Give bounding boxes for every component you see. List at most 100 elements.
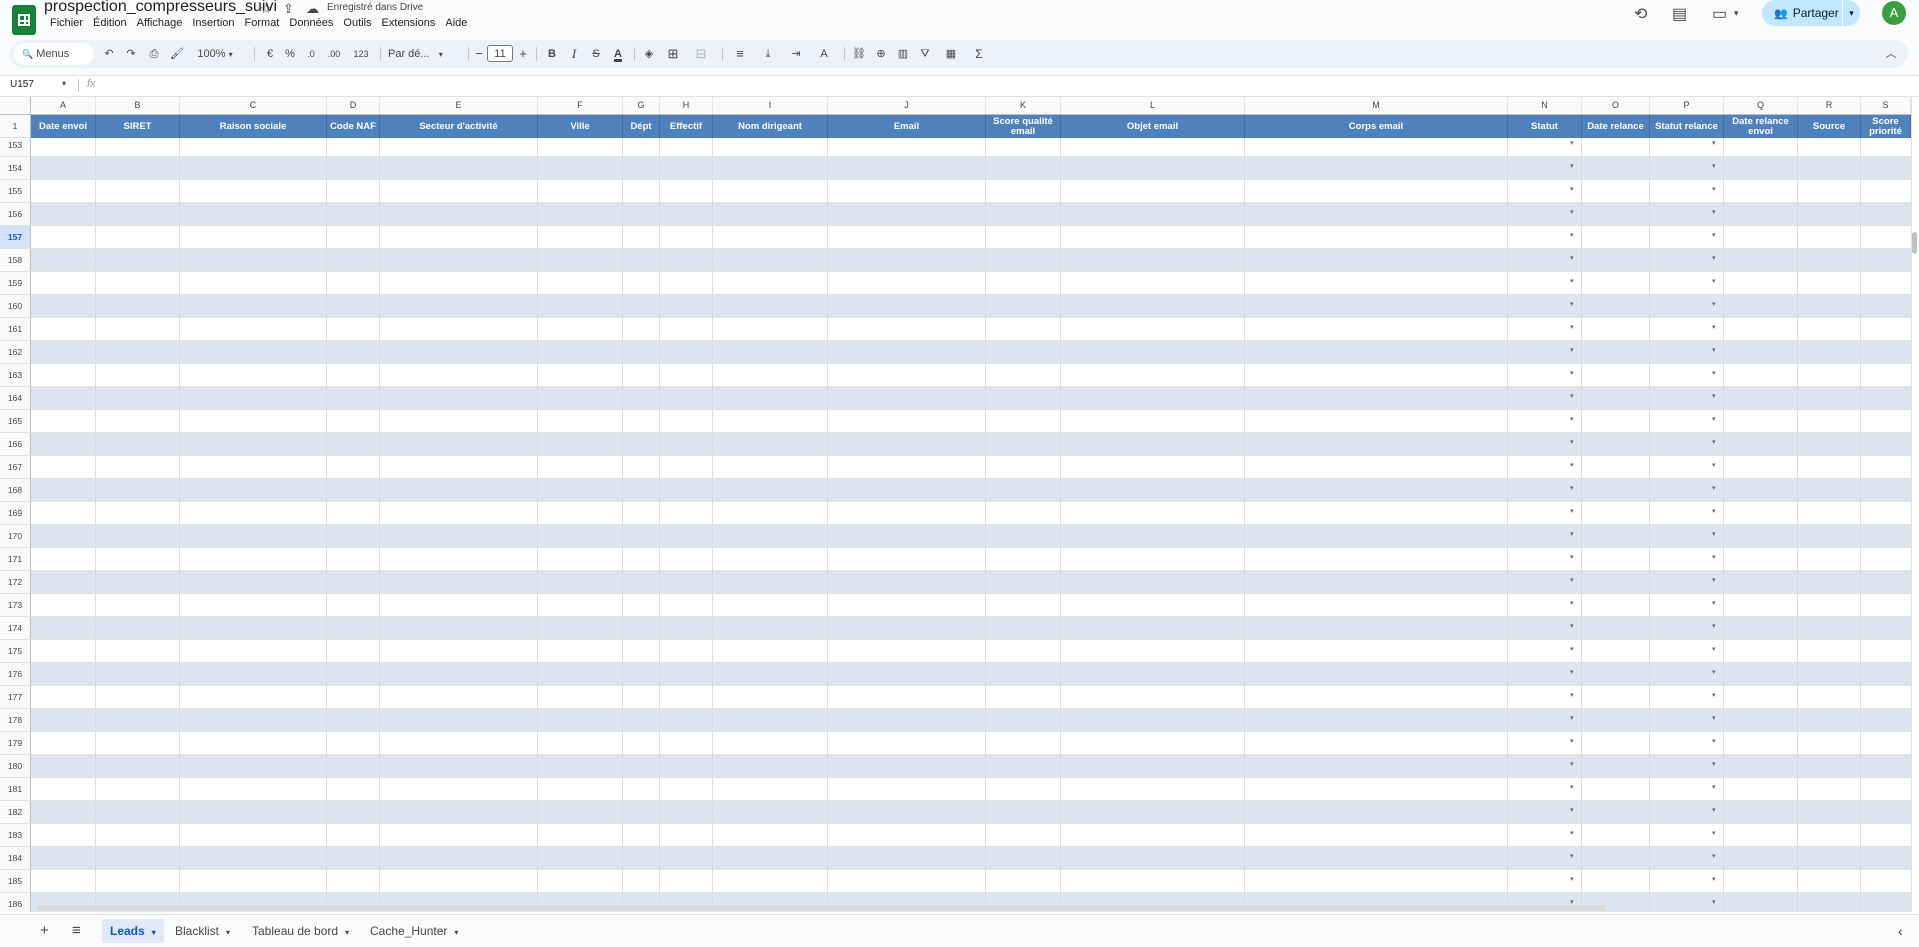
menu-item-7[interactable]: Extensions xyxy=(377,17,441,33)
table-row[interactable]: ▾ ▾ xyxy=(31,249,1911,272)
row-number[interactable]: 183 xyxy=(0,824,31,847)
table-row[interactable]: ▾ ▾ xyxy=(31,640,1911,663)
column-header-cell[interactable]: Score priorité xyxy=(1861,115,1911,138)
row-number[interactable]: 173 xyxy=(0,594,31,617)
text-wrap-icon[interactable]: ⇥ xyxy=(784,40,808,68)
table-row[interactable]: ▾ ▾ xyxy=(31,617,1911,640)
cell-dropdown-icon[interactable]: ▾ xyxy=(1712,208,1716,216)
row-number[interactable]: 168 xyxy=(0,479,31,502)
cell-dropdown-icon[interactable]: ▾ xyxy=(1712,806,1716,814)
cell-dropdown-icon[interactable]: ▾ xyxy=(1570,760,1574,768)
row-number[interactable]: 161 xyxy=(0,318,31,341)
font-size-decrease-button[interactable]: − xyxy=(472,40,486,68)
column-letter-n[interactable]: N xyxy=(1508,97,1582,114)
table-row[interactable]: ▾ ▾ xyxy=(31,180,1911,203)
row-number[interactable]: 170 xyxy=(0,525,31,548)
column-header-cell[interactable]: Dépt xyxy=(623,115,660,138)
table-row[interactable]: ▾ ▾ xyxy=(31,663,1911,686)
cell-dropdown-icon[interactable]: ▾ xyxy=(1570,277,1574,285)
italic-button[interactable]: I xyxy=(566,40,582,68)
column-letter-l[interactable]: L xyxy=(1061,97,1245,114)
row-number[interactable]: 155 xyxy=(0,180,31,203)
cell-dropdown-icon[interactable]: ▾ xyxy=(1570,645,1574,653)
cell-dropdown-icon[interactable]: ▾ xyxy=(1712,691,1716,699)
cell-dropdown-icon[interactable]: ▾ xyxy=(1570,461,1574,469)
column-header-cell[interactable]: Statut xyxy=(1508,115,1582,138)
row-number[interactable]: 1 xyxy=(0,115,31,138)
collapse-toolbar-icon[interactable]: ︿ xyxy=(1882,40,1900,68)
row-number[interactable]: 182 xyxy=(0,801,31,824)
column-letter-i[interactable]: I xyxy=(713,97,828,114)
cell-dropdown-icon[interactable]: ▾ xyxy=(1570,530,1574,538)
cell-dropdown-icon[interactable]: ▾ xyxy=(1570,668,1574,676)
cell-dropdown-icon[interactable]: ▾ xyxy=(1570,875,1574,883)
column-header-cell[interactable]: Raison sociale xyxy=(180,115,327,138)
cell-dropdown-icon[interactable]: ▾ xyxy=(1712,852,1716,860)
table-row[interactable]: ▾ ▾ xyxy=(31,824,1911,847)
functions-icon[interactable]: Σ xyxy=(970,40,988,68)
paint-format-icon[interactable]: 🖌 xyxy=(168,40,186,68)
column-header-cell[interactable]: Code NAF xyxy=(327,115,380,138)
column-header-cell[interactable]: SIRET xyxy=(96,115,180,138)
column-letter-g[interactable]: G xyxy=(623,97,660,114)
column-header-cell[interactable]: Corps email xyxy=(1245,115,1508,138)
cell-dropdown-icon[interactable]: ▾ xyxy=(1570,438,1574,446)
cell-dropdown-icon[interactable]: ▾ xyxy=(1712,668,1716,676)
table-row[interactable]: ▾ ▾ xyxy=(31,594,1911,617)
increase-decimal-button[interactable]: .00 xyxy=(323,40,345,68)
font-size-increase-button[interactable]: + xyxy=(516,40,530,68)
column-header-cell[interactable]: Date relance xyxy=(1582,115,1650,138)
table-row[interactable]: ▾ ▾ xyxy=(31,295,1911,318)
cell-dropdown-icon[interactable]: ▾ xyxy=(1570,829,1574,837)
column-header-cell[interactable]: Statut relance xyxy=(1650,115,1724,138)
cell-dropdown-icon[interactable]: ▾ xyxy=(1570,162,1574,170)
print-icon[interactable]: ⎙ xyxy=(145,40,163,68)
column-header-cell[interactable]: Date relance envoi xyxy=(1724,115,1798,138)
cell-dropdown-icon[interactable]: ▾ xyxy=(1570,369,1574,377)
cell-dropdown-icon[interactable]: ▾ xyxy=(1570,553,1574,561)
table-row[interactable]: ▾ ▾ xyxy=(31,686,1911,709)
strikethrough-button[interactable]: S xyxy=(588,40,604,68)
name-box-dropdown-icon[interactable]: ▾ xyxy=(62,79,66,88)
fill-color-icon[interactable]: ◈ xyxy=(640,40,658,68)
table-row[interactable]: ▾ ▾ xyxy=(31,709,1911,732)
column-header-cell[interactable]: Ville xyxy=(538,115,623,138)
row-number[interactable]: 164 xyxy=(0,387,31,410)
cell-dropdown-icon[interactable]: ▾ xyxy=(1712,737,1716,745)
cloud-status-icon[interactable]: ☁ xyxy=(306,1,319,17)
redo-icon[interactable]: ↷ xyxy=(122,40,140,68)
borders-icon[interactable]: ⊞ xyxy=(664,40,682,68)
column-header-cell[interactable]: Score qualité email xyxy=(986,115,1061,138)
row-number[interactable]: 162 xyxy=(0,341,31,364)
row-number[interactable]: 157 xyxy=(0,226,31,249)
table-row[interactable]: ▾ ▾ xyxy=(31,341,1911,364)
cell-dropdown-icon[interactable]: ▾ xyxy=(1570,806,1574,814)
meet-icon[interactable]: ▭ xyxy=(1712,4,1727,24)
row-number[interactable]: 179 xyxy=(0,732,31,755)
row-number[interactable]: 159 xyxy=(0,272,31,295)
cell-dropdown-icon[interactable]: ▾ xyxy=(1712,323,1716,331)
column-letter-m[interactable]: M xyxy=(1245,97,1508,114)
menu-item-8[interactable]: Aide xyxy=(440,17,472,33)
percent-format-button[interactable]: % xyxy=(282,40,298,68)
meet-dropdown-icon[interactable]: ▾ xyxy=(1734,8,1739,19)
cell-dropdown-icon[interactable]: ▾ xyxy=(1712,576,1716,584)
table-row[interactable]: ▾ ▾ xyxy=(31,732,1911,755)
sheet-tab-dropdown-icon[interactable]: ▾ xyxy=(454,928,458,937)
row-number[interactable]: 172 xyxy=(0,571,31,594)
column-letter-h[interactable]: H xyxy=(660,97,713,114)
cell-dropdown-icon[interactable]: ▾ xyxy=(1712,277,1716,285)
column-header-cell[interactable]: Objet email xyxy=(1061,115,1245,138)
table-row[interactable]: ▾ ▾ xyxy=(31,157,1911,180)
table-row[interactable]: ▾ ▾ xyxy=(31,847,1911,870)
vertical-align-icon[interactable]: ⤓ xyxy=(756,40,780,68)
row-number[interactable]: 165 xyxy=(0,410,31,433)
table-row[interactable]: ▾ ▾ xyxy=(31,502,1911,525)
row-number[interactable]: 166 xyxy=(0,433,31,456)
table-row[interactable]: ▾ ▾ xyxy=(31,387,1911,410)
table-row[interactable]: ▾ ▾ xyxy=(31,272,1911,295)
cell-dropdown-icon[interactable]: ▾ xyxy=(1570,231,1574,239)
filter-views-icon[interactable]: ▦ xyxy=(938,40,964,68)
font-select[interactable]: Par dé... ▾ xyxy=(388,40,460,68)
cell-dropdown-icon[interactable]: ▾ xyxy=(1570,323,1574,331)
